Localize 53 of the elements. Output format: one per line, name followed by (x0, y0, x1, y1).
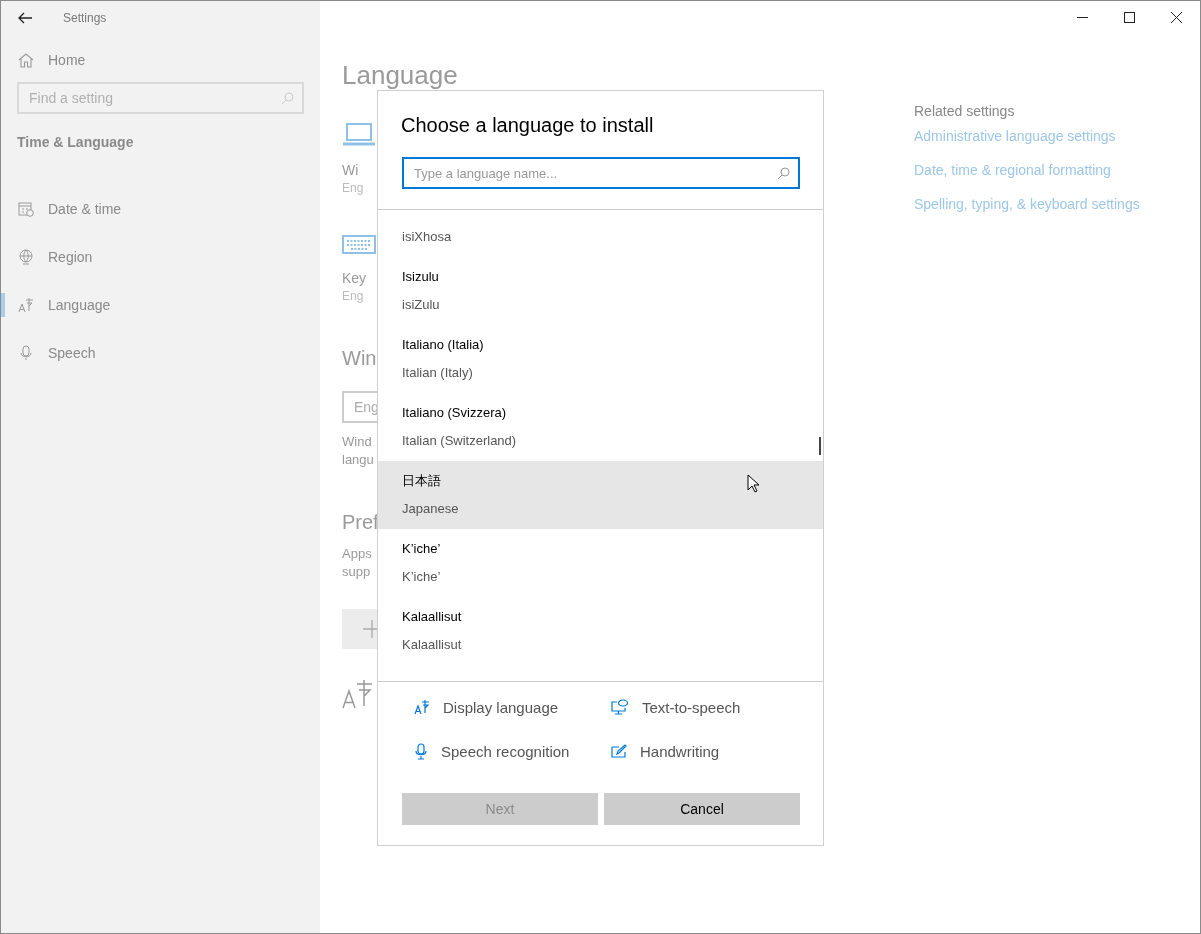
monitor-speech-icon (611, 699, 629, 715)
maximize-icon[interactable] (1124, 12, 1135, 23)
calendar-icon (18, 201, 34, 217)
language-option[interactable]: Isizulu isiZulu (378, 257, 823, 325)
description-text: Wind langu (342, 433, 374, 469)
feature-label: Display language (443, 698, 559, 716)
feature-label: Text-to-speech (642, 698, 741, 716)
search-icon (777, 167, 790, 180)
section-heading: Pref (342, 510, 379, 535)
sidebar-item[interactable]: Region (1, 233, 320, 281)
dialog-title: Choose a language to install (401, 113, 655, 138)
tile-subtitle: Eng (342, 288, 365, 305)
language-option[interactable]: K’iche’ K’iche’ (378, 529, 823, 597)
keyboard-icon (342, 235, 376, 255)
tile-subtitle: Eng (342, 180, 365, 197)
feature-label: Handwriting (640, 742, 720, 760)
settings-link[interactable]: Administrative language settings (914, 128, 1140, 144)
scrollbar-thumb[interactable] (819, 437, 821, 455)
microphone-icon (18, 345, 34, 361)
sidebar-item[interactable]: Date & time (1, 185, 320, 233)
feature-label: Speech recognition (441, 742, 570, 760)
section-title: Time & Language (17, 134, 135, 150)
home-link[interactable]: Home (18, 48, 86, 72)
search-icon (281, 92, 294, 105)
tile-title: Wi (342, 161, 360, 179)
cancel-button[interactable]: Cancel (604, 793, 800, 825)
window-title: Settings (63, 11, 107, 25)
home-icon (18, 52, 34, 68)
globe-icon (18, 249, 34, 265)
sidebar-item[interactable]: Language (1, 281, 320, 329)
search-field[interactable]: Type a language name... (402, 157, 800, 189)
description-text: Apps supp (342, 545, 372, 581)
close-icon[interactable] (1171, 12, 1182, 23)
tile-title: Key (342, 269, 368, 287)
sidebar-item[interactable]: Speech (1, 329, 320, 377)
cursor-icon (747, 474, 759, 493)
related-title: Related settings (914, 103, 1016, 119)
settings-link[interactable]: Spelling, typing, & keyboard settings (914, 196, 1140, 212)
language-option[interactable]: isiXhosa (378, 210, 823, 257)
language-option[interactable]: Kalaallisut Kalaallisut (378, 597, 823, 665)
page-title: Language (342, 59, 458, 92)
section-heading: Win (342, 346, 377, 371)
microphone-icon (414, 742, 428, 760)
laptop-icon (342, 123, 376, 147)
language-option[interactable]: 日本語 Japanese (378, 461, 823, 529)
settings-link[interactable]: Date, time & regional formatting (914, 162, 1140, 178)
pen-icon (611, 744, 627, 758)
language-icon (414, 699, 430, 715)
language-option[interactable]: Italiano (Svizzera) Italian (Switzerland) (378, 393, 823, 461)
back-icon[interactable] (18, 12, 32, 24)
language-option[interactable]: Italiano (Italia) Italian (Italy) (378, 325, 823, 393)
language-icon (342, 679, 374, 709)
language-icon (18, 297, 34, 313)
